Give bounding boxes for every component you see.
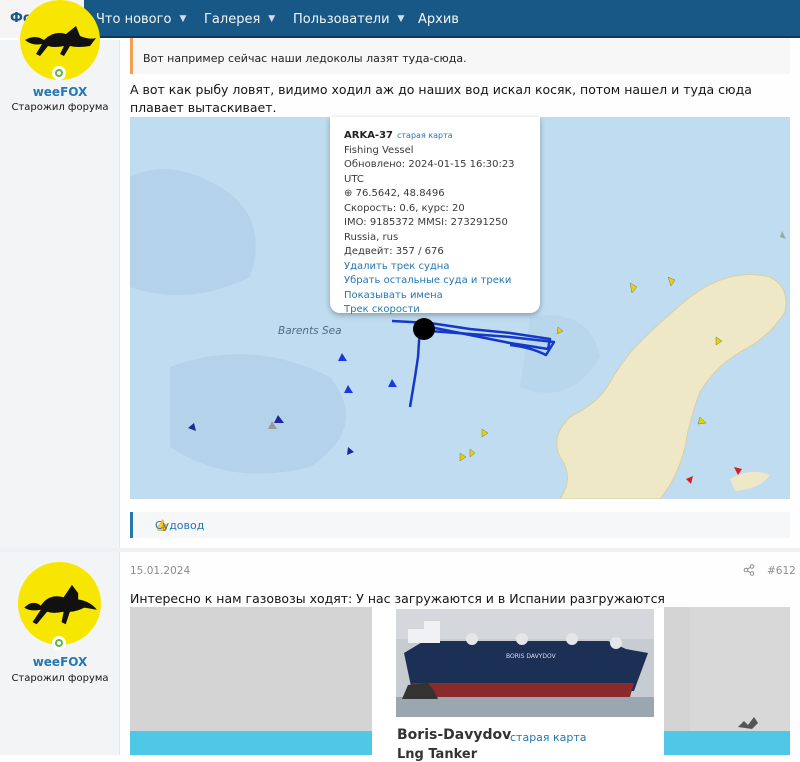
- popup-coords-row: ⊕ 76.5642, 48.8496: [344, 187, 526, 202]
- ship-marker-icon: [344, 385, 353, 393]
- quote-block: Вот например сейчас наши ледоколы лазят …: [130, 38, 790, 74]
- post-1-user-title: Старожил форума: [11, 102, 109, 113]
- post-2-author[interactable]: weeFOX: [0, 655, 120, 669]
- popup-flag: Russia, rus: [344, 231, 399, 243]
- tab-archive-label: Архив: [418, 11, 459, 27]
- popup-coords: 76.5642, 48.8496: [355, 188, 445, 199]
- top-nav: Форум ▼ Что нового▼ Галерея▼ Пользовател…: [0, 0, 800, 38]
- chevron-down-icon[interactable]: ▼: [398, 14, 405, 24]
- ship-marker-icon: [686, 476, 693, 484]
- post-1-text: А вот как рыбу ловят, видимо ходил аж до…: [130, 82, 752, 115]
- popup-updated: Обновлено: 2024-01-15 16:30:23 UTC: [344, 159, 515, 185]
- popup-delete-track-link[interactable]: Удалить трек судна: [344, 260, 526, 275]
- ship-marker-icon: [388, 379, 397, 387]
- post-1-author[interactable]: weeFOX: [0, 85, 120, 99]
- tab-gallery-label: Галерея: [204, 11, 261, 27]
- post-1-sidebar: [0, 40, 120, 548]
- tab-users-label: Пользователи: [293, 11, 390, 27]
- ship-marker-icon: [697, 416, 707, 425]
- post-2-number[interactable]: #612: [767, 565, 796, 577]
- popup-type: Fishing Vessel: [344, 144, 414, 156]
- vessel-popup: ARKA-37 старая карта Fishing Vessel Обнов…: [330, 117, 540, 315]
- fox-logo-icon: [24, 584, 97, 625]
- tab-whats-new-label: Что нового: [96, 11, 172, 27]
- crosshair-icon: ⊕: [344, 188, 353, 199]
- popup-speed: Скорость: 0.6, курс: 20: [344, 202, 465, 214]
- tab-gallery[interactable]: Галерея ▼: [204, 0, 275, 38]
- post-2-text: Интересно к нам газовозы ходят: У нас за…: [130, 591, 665, 606]
- ship-marker-icon: [734, 467, 742, 475]
- popup-speed-track-link[interactable]: Трек скорости: [344, 303, 526, 318]
- popup-deadweight: Дедвейт: 357 / 676: [344, 246, 444, 257]
- ship-marker-icon: [459, 452, 467, 462]
- popup-ids: IMO: 9185372 MMSI: 273291250: [344, 217, 508, 228]
- popup-hide-others-link[interactable]: Убрать остальные суда и треки: [344, 274, 526, 289]
- online-status-icon: [52, 636, 66, 650]
- ship-marker-icon: [629, 282, 638, 294]
- card-ship-name[interactable]: Boris-Davydov: [397, 727, 511, 743]
- reaction-user-link[interactable]: Судовод: [155, 519, 204, 532]
- popup-old-map-link[interactable]: старая карта: [397, 131, 453, 140]
- quote-text: Вот например сейчас наши ледоколы лазят …: [143, 52, 467, 65]
- vessel-photo: BORIS DAVYDOV: [396, 609, 654, 717]
- popup-show-names-link[interactable]: Показывать имена: [344, 289, 526, 304]
- ship-marker-icon: [481, 428, 489, 438]
- ship-marker-icon: [347, 447, 354, 455]
- tab-archive[interactable]: Архив: [418, 0, 459, 38]
- chevron-down-icon[interactable]: ▼: [179, 14, 186, 24]
- tab-users[interactable]: Пользователи ▼: [293, 0, 404, 38]
- reaction-bar: 👍 Судовод: [130, 512, 790, 538]
- share-icon[interactable]: [743, 564, 755, 579]
- hull-name: BORIS DAVYDOV: [506, 653, 557, 660]
- ship-marker-icon: [780, 231, 786, 239]
- ship-marker-icon: [338, 353, 347, 361]
- card-old-map-link[interactable]: старая карта: [510, 731, 587, 744]
- ship-marker-icon: [469, 448, 476, 458]
- chevron-down-icon[interactable]: ▼: [268, 14, 275, 24]
- post-2-date[interactable]: 15.01.2024: [130, 565, 190, 577]
- online-status-icon: [52, 66, 66, 80]
- avatar[interactable]: [18, 562, 101, 645]
- sea-label: Barents Sea: [278, 325, 342, 337]
- ship-marker-icon: [667, 276, 676, 287]
- popup-ship-name[interactable]: ARKA-37: [344, 130, 393, 141]
- tab-whats-new[interactable]: Что нового ▼: [96, 0, 186, 38]
- post-divider: [0, 548, 800, 552]
- post-2-user-title: Старожил форума: [11, 673, 109, 684]
